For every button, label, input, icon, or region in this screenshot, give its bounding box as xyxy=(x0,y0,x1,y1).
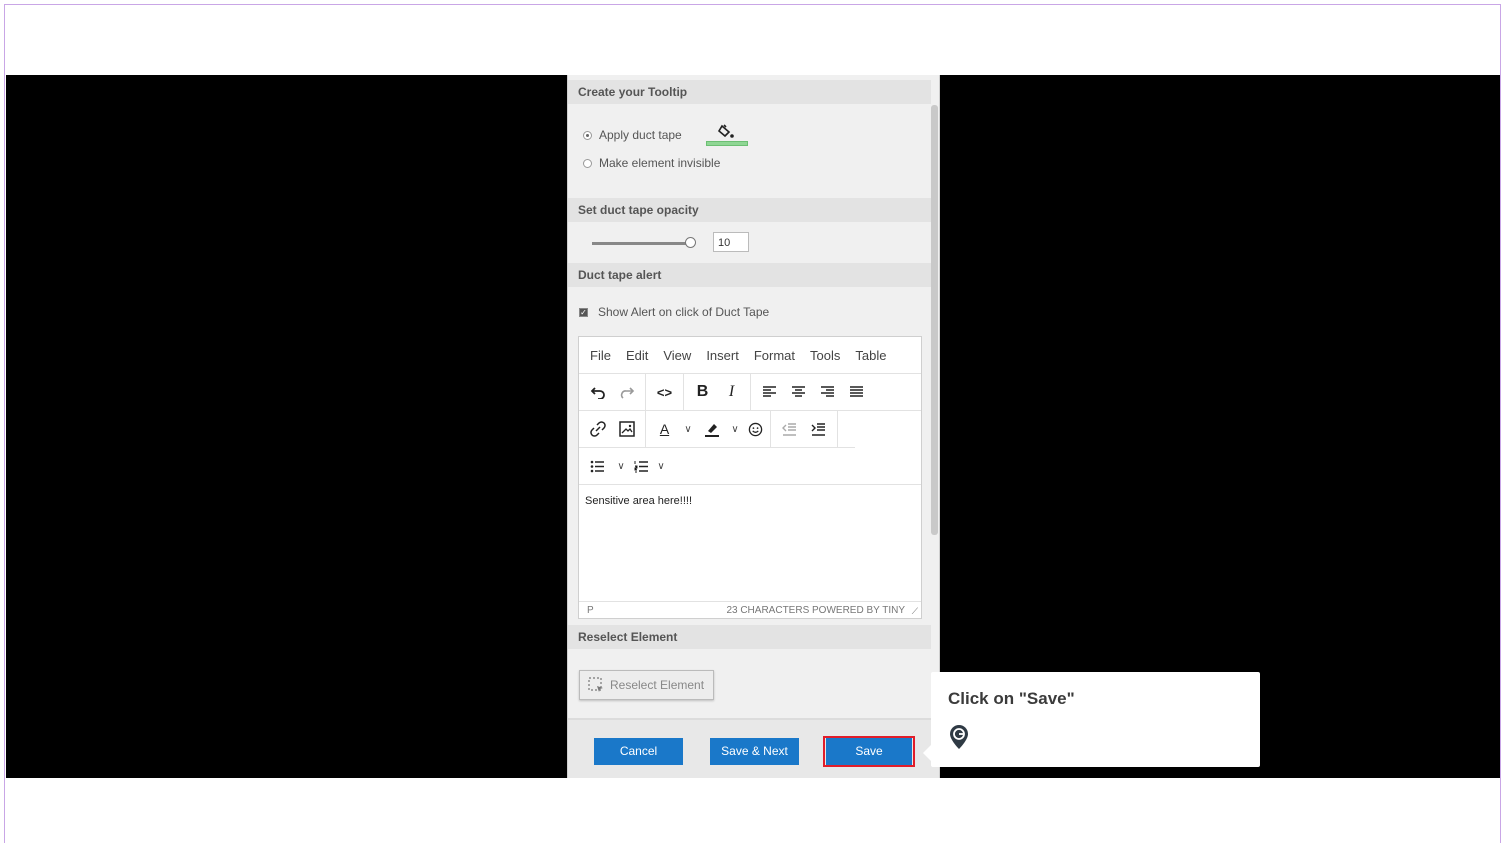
editor-toolbar-row-3: ∨ ∨ xyxy=(579,448,921,485)
menu-insert[interactable]: Insert xyxy=(706,348,739,363)
menu-file[interactable]: File xyxy=(590,348,611,363)
resize-grip-icon[interactable]: ⟋ xyxy=(912,606,918,617)
opacity-slider-track[interactable] xyxy=(592,242,692,245)
opacity-value-input[interactable]: 10 xyxy=(713,232,749,252)
section-create-tooltip: Create your Tooltip xyxy=(568,80,931,104)
text-color-icon[interactable]: A xyxy=(650,415,679,443)
editor-statusbar: P 23 CHARACTERS POWERED BY TINY ⟋ xyxy=(579,601,921,618)
outdent-icon[interactable] xyxy=(775,415,804,443)
chevron-down-icon[interactable]: ∨ xyxy=(726,415,744,443)
save-next-button[interactable]: Save & Next xyxy=(710,738,799,765)
align-right-icon[interactable] xyxy=(813,378,842,406)
character-count: 23 CHARACTERS POWERED BY TINY xyxy=(726,605,905,616)
radio-indicator[interactable] xyxy=(583,158,592,168)
align-justify-icon[interactable] xyxy=(842,378,871,406)
element-path[interactable]: P xyxy=(587,605,594,616)
section-reselect-element: Reselect Element xyxy=(568,625,931,649)
editor-toolbar-row-2: A ∨ ∨ xyxy=(579,411,855,448)
bold-icon[interactable]: B xyxy=(688,378,717,406)
editor-content[interactable]: Sensitive area here!!!! xyxy=(585,495,692,507)
italic-icon[interactable]: I xyxy=(717,378,746,406)
source-code-icon[interactable]: <> xyxy=(650,378,679,406)
reselect-element-label: Reselect Element xyxy=(610,678,705,692)
chevron-down-icon[interactable]: ∨ xyxy=(612,452,630,480)
undo-icon[interactable] xyxy=(583,378,612,406)
radio-indicator[interactable] xyxy=(583,130,592,140)
reselect-element-button[interactable]: Reselect Element xyxy=(579,670,714,700)
chevron-down-icon[interactable]: ∨ xyxy=(679,415,697,443)
bullet-list-icon[interactable] xyxy=(583,452,612,480)
menu-edit[interactable]: Edit xyxy=(626,348,648,363)
radio-apply-label: Apply duct tape xyxy=(599,128,682,142)
select-region-icon xyxy=(588,677,603,692)
section-duct-tape-alert: Duct tape alert xyxy=(568,263,931,287)
callout-title: Click on "Save" xyxy=(948,689,1075,708)
show-alert-label: Show Alert on click of Duct Tape xyxy=(598,305,770,319)
guide-callout: Click on "Save" xyxy=(923,672,1260,767)
save-highlight-outline xyxy=(823,736,915,767)
menu-tools[interactable]: Tools xyxy=(810,348,840,363)
menu-format[interactable]: Format xyxy=(754,348,795,363)
align-center-icon[interactable] xyxy=(784,378,813,406)
radio-apply-duct-tape[interactable]: Apply duct tape xyxy=(583,124,748,146)
menu-view[interactable]: View xyxy=(663,348,691,363)
editor-toolbar-row-1: <> B I xyxy=(579,374,921,411)
radio-make-invisible[interactable]: Make element invisible xyxy=(583,156,720,170)
chevron-down-icon[interactable]: ∨ xyxy=(652,452,670,480)
radio-invisible-label: Make element invisible xyxy=(599,156,721,170)
guide-pin-icon xyxy=(949,724,969,755)
show-alert-checkbox[interactable]: ✓ xyxy=(579,307,588,317)
panel-footer: Cancel Save & Next Save xyxy=(568,718,939,778)
show-alert-checkbox-row[interactable]: ✓ Show Alert on click of Duct Tape xyxy=(579,305,769,319)
paint-bucket-icon[interactable] xyxy=(705,124,748,146)
opacity-slider-handle[interactable] xyxy=(685,237,696,248)
highlight-color-icon[interactable] xyxy=(697,415,726,443)
indent-icon[interactable] xyxy=(804,415,833,443)
align-left-icon[interactable] xyxy=(755,378,784,406)
callout-pointer xyxy=(923,745,931,761)
rich-text-editor[interactable]: File Edit View Insert Format Tools Table… xyxy=(578,336,922,619)
section-opacity: Set duct tape opacity xyxy=(568,198,931,222)
link-icon[interactable] xyxy=(583,415,612,443)
emoji-icon[interactable] xyxy=(744,415,766,443)
editor-menubar: File Edit View Insert Format Tools Table xyxy=(579,337,921,374)
panel-scrollbar[interactable] xyxy=(931,105,938,535)
menu-table[interactable]: Table xyxy=(855,348,886,363)
image-icon[interactable] xyxy=(612,415,641,443)
cancel-button[interactable]: Cancel xyxy=(594,738,683,765)
tooltip-settings-panel: Create your Tooltip Apply duct tape Make… xyxy=(567,75,940,778)
redo-icon[interactable] xyxy=(612,378,641,406)
numbered-list-icon[interactable] xyxy=(630,452,652,480)
